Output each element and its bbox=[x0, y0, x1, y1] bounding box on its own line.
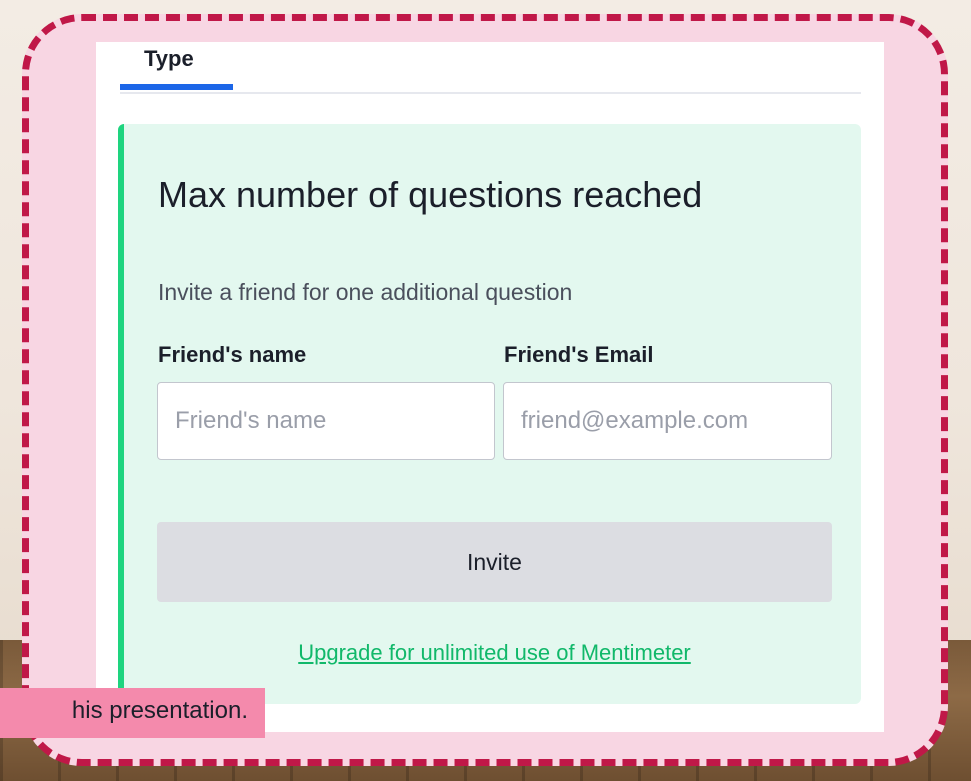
toast-text: his presentation. bbox=[71, 697, 248, 724]
toast-notification: his presentation. bbox=[0, 688, 265, 738]
friend-email-input[interactable] bbox=[503, 382, 832, 460]
friend-name-input[interactable] bbox=[157, 382, 495, 460]
question-limit-card: Max number of questions reached Invite a… bbox=[118, 124, 861, 704]
friend-email-label: Friend's Email bbox=[504, 342, 654, 367]
upgrade-link[interactable]: Upgrade for unlimited use of Mentimeter bbox=[157, 640, 832, 666]
tab-row: Type bbox=[120, 42, 861, 94]
invite-button[interactable]: Invite bbox=[157, 522, 832, 602]
friend-name-label: Friend's name bbox=[158, 342, 307, 367]
tab-type[interactable]: Type bbox=[120, 42, 233, 90]
card-subtitle: Invite a friend for one additional quest… bbox=[158, 279, 573, 305]
card-title: Max number of questions reached bbox=[158, 174, 703, 215]
